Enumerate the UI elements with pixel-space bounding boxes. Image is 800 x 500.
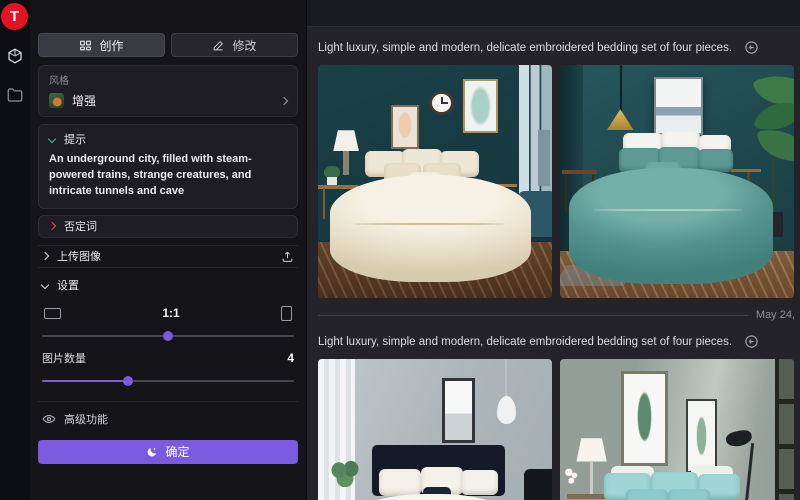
- image-grid: [318, 359, 800, 500]
- moon-sparkle-icon: [146, 446, 158, 458]
- logo-letter: T: [10, 8, 19, 25]
- image-count-value: 4: [287, 351, 294, 365]
- generated-image-1[interactable]: [318, 65, 552, 298]
- chevron-right-icon: [41, 252, 49, 260]
- app-window: T 创作 修改 风格 增强: [0, 0, 800, 500]
- slider-knob[interactable]: [123, 376, 133, 386]
- chevron-down-icon: [41, 281, 49, 289]
- aspect-ratio-value: 1:1: [61, 306, 281, 320]
- portrait-ratio-icon[interactable]: [281, 306, 292, 321]
- confirm-button[interactable]: 确定: [38, 440, 298, 464]
- prompt-section: 提示 An underground city, filled with stea…: [38, 124, 298, 209]
- image-count-label: 图片数量: [42, 350, 86, 366]
- aspect-ratio-slider[interactable]: [42, 331, 294, 341]
- prompt-header[interactable]: 提示: [49, 131, 287, 147]
- image-count-slider[interactable]: [42, 376, 294, 386]
- slider-knob[interactable]: [163, 331, 173, 341]
- settings-label: 设置: [57, 277, 79, 293]
- tab-modify-label: 修改: [232, 37, 256, 54]
- caption-row: Light luxury, simple and modern, delicat…: [318, 40, 800, 55]
- mode-tabs: 创作 修改: [38, 33, 298, 57]
- result-caption: Light luxury, simple and modern, delicat…: [318, 42, 732, 54]
- confirm-label: 确定: [165, 443, 189, 460]
- prompt-input[interactable]: An underground city, filled with steam-p…: [49, 152, 287, 200]
- generated-image-4[interactable]: [560, 359, 794, 500]
- left-rail: T: [0, 0, 30, 500]
- date-divider: May 24,: [318, 309, 800, 321]
- tab-create-label: 创作: [99, 37, 123, 54]
- settings-header[interactable]: 设置: [38, 277, 298, 293]
- style-thumbnail: [49, 93, 64, 108]
- chevron-right-icon: [48, 222, 56, 230]
- tab-modify[interactable]: 修改: [171, 33, 298, 57]
- aspect-ratio-row: 1:1: [38, 306, 298, 321]
- control-panel: 创作 修改 风格 增强 提示 An underground city, fill…: [30, 0, 307, 500]
- generated-image-3[interactable]: [318, 359, 552, 500]
- eye-icon: [42, 412, 56, 426]
- image-count-row: 图片数量 4: [38, 350, 298, 366]
- result-caption: Light luxury, simple and modern, delicat…: [318, 336, 732, 348]
- top-bar: [307, 0, 800, 27]
- folder-icon[interactable]: [6, 86, 24, 104]
- edit-pencil-icon: [212, 39, 225, 52]
- model-cube-icon[interactable]: [6, 47, 24, 65]
- results-area: Light luxury, simple and modern, delicat…: [307, 0, 800, 500]
- upload-image-section[interactable]: 上传图像: [38, 245, 298, 268]
- style-label: 风格: [49, 72, 287, 87]
- result-group-2: Light luxury, simple and modern, delicat…: [307, 334, 800, 500]
- advanced-features-toggle[interactable]: 高级功能: [38, 401, 298, 427]
- caption-row: Light luxury, simple and modern, delicat…: [318, 334, 800, 349]
- app-logo[interactable]: T: [1, 3, 28, 30]
- style-value: 增强: [72, 92, 281, 109]
- style-selector[interactable]: 风格 增强: [38, 65, 298, 117]
- generated-image-2[interactable]: [560, 65, 794, 298]
- landscape-ratio-icon[interactable]: [44, 308, 61, 319]
- reuse-prompt-icon[interactable]: [744, 40, 759, 55]
- chevron-right-icon: [280, 96, 288, 104]
- tab-create[interactable]: 创作: [38, 33, 165, 57]
- chevron-down-icon: [48, 135, 56, 143]
- upload-icon: [281, 250, 294, 263]
- advanced-features-label: 高级功能: [64, 411, 108, 427]
- date-label: May 24,: [756, 309, 795, 321]
- upload-image-label: 上传图像: [57, 248, 101, 264]
- prompt-label: 提示: [64, 131, 86, 147]
- negative-words-label: 否定词: [64, 218, 97, 234]
- negative-words-section[interactable]: 否定词: [38, 215, 298, 238]
- grid-icon: [79, 39, 92, 52]
- reuse-prompt-icon[interactable]: [744, 334, 759, 349]
- image-grid: [318, 65, 800, 298]
- result-group-1: Light luxury, simple and modern, delicat…: [307, 40, 800, 321]
